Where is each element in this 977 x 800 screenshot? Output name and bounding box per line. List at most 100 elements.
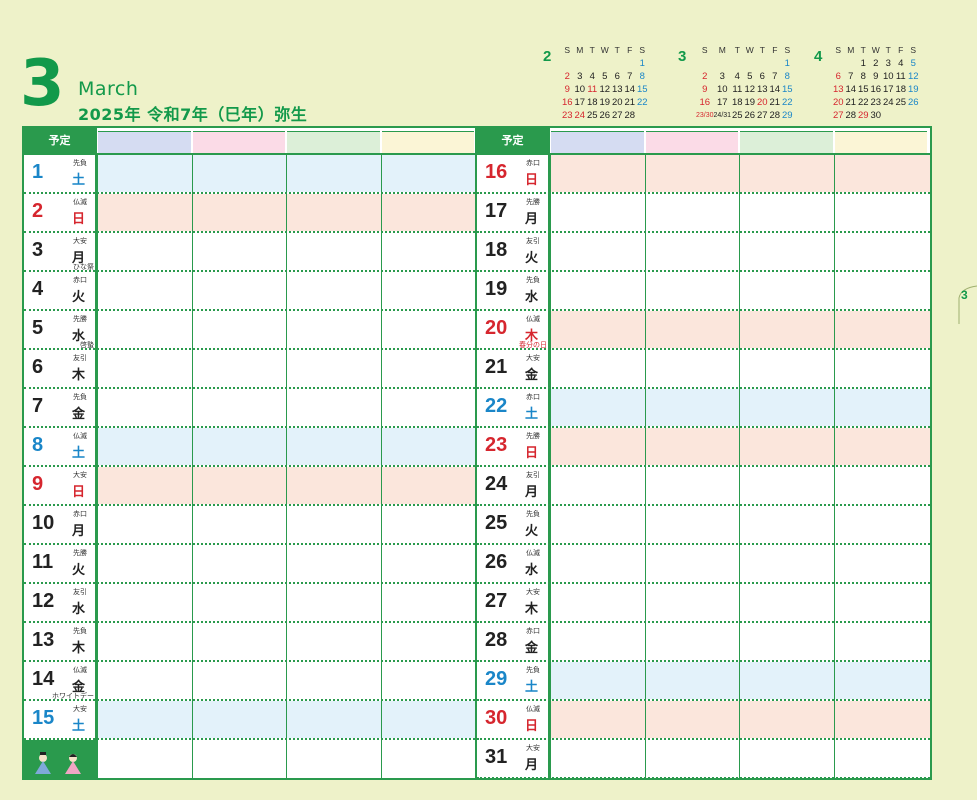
mini-day: 25 bbox=[586, 110, 598, 121]
day-row[interactable]: 23 先勝日 bbox=[477, 428, 930, 467]
day-row[interactable]: 5 先勝水啓蟄 bbox=[24, 311, 475, 350]
holiday-note: 啓蟄 bbox=[80, 341, 94, 349]
day-row[interactable]: 27 大安木 bbox=[477, 584, 930, 623]
day-row[interactable]: 19 先負水 bbox=[477, 272, 930, 311]
day-fill bbox=[550, 233, 930, 270]
day-row[interactable]: 21 大安金 bbox=[477, 350, 930, 389]
mini-day: 24/31 bbox=[713, 112, 732, 119]
column-divider bbox=[644, 155, 646, 778]
schedule-grid-left: 予定 1 先負土 2 仏滅日 3 大安月ひな祭 4 赤口火 5 先勝水啓蟄 6 友引木 7 先負金 8 仏滅土… bbox=[22, 126, 477, 780]
day-row[interactable]: 18 友引火 bbox=[477, 233, 930, 272]
ohina-doll-icon bbox=[65, 754, 81, 774]
day-fill bbox=[550, 350, 930, 387]
day-row[interactable]: 28 赤口金 bbox=[477, 623, 930, 662]
day-row[interactable]: 16 赤口日 bbox=[477, 155, 930, 194]
mini-day: 21 bbox=[624, 97, 636, 108]
mini-month-number: 3 bbox=[678, 48, 687, 65]
mini-day: 14 bbox=[845, 84, 857, 95]
column-divider bbox=[97, 155, 98, 778]
day-row[interactable]: 17 先勝月 bbox=[477, 194, 930, 233]
day-fill bbox=[550, 428, 930, 465]
mini-day: 20 bbox=[832, 97, 844, 108]
mini-day: 18 bbox=[586, 97, 598, 108]
rokuyo-label: 赤口 bbox=[73, 510, 87, 518]
day-row[interactable]: 22 赤口土 bbox=[477, 389, 930, 428]
day-row[interactable]: 26 仏滅水 bbox=[477, 545, 930, 584]
rokuyo-label: 仏滅 bbox=[526, 549, 540, 557]
weekday-label: 火 bbox=[72, 290, 86, 305]
mini-weekday-header: S bbox=[784, 45, 791, 55]
hina-doll-footer bbox=[24, 740, 95, 778]
yotei-label: 予定 bbox=[477, 128, 548, 153]
mini-month-number: 4 bbox=[814, 48, 823, 65]
column-divider bbox=[191, 155, 193, 778]
mini-day: 27 bbox=[832, 110, 844, 121]
mini-weekday-header: S bbox=[564, 45, 571, 55]
mini-day: 21 bbox=[845, 97, 857, 108]
day-number: 28 bbox=[485, 629, 508, 651]
day-row[interactable]: 10 赤口月 bbox=[24, 506, 475, 545]
day-row[interactable]: 8 仏滅土 bbox=[24, 428, 475, 467]
column-divider bbox=[739, 155, 740, 778]
day-row[interactable]: 30 仏滅日 bbox=[477, 701, 930, 740]
mini-day: 7 bbox=[848, 71, 854, 82]
day-row[interactable]: 31 大安月 bbox=[477, 740, 930, 779]
rokuyo-label: 先勝 bbox=[73, 549, 87, 557]
day-row[interactable]: 13 先負木 bbox=[24, 623, 475, 662]
mini-weekday-header: T bbox=[734, 45, 740, 55]
day-row[interactable]: 3 大安月ひな祭 bbox=[24, 233, 475, 272]
day-row[interactable]: 9 大安日 bbox=[24, 467, 475, 506]
mini-day: 22 bbox=[636, 97, 648, 108]
day-row[interactable]: 1 先負土 bbox=[24, 155, 475, 194]
mini-day: 7 bbox=[772, 71, 778, 82]
day-row[interactable]: 24 友引月 bbox=[477, 467, 930, 506]
rokuyo-label: 先負 bbox=[73, 627, 87, 635]
mini-weekday-header: T bbox=[885, 45, 891, 55]
day-number: 30 bbox=[485, 707, 508, 729]
holiday-note: 春分の日 bbox=[519, 341, 547, 349]
weekday-label: 土 bbox=[72, 719, 86, 734]
rokuyo-label: 赤口 bbox=[526, 393, 540, 401]
day-row[interactable]: 11 先勝火 bbox=[24, 545, 475, 584]
mini-day: 19 bbox=[599, 97, 611, 108]
mini-day: 16 bbox=[870, 84, 882, 95]
mini-day: 11 bbox=[587, 84, 598, 95]
mini-day: 11 bbox=[895, 71, 906, 82]
mini-day: 10 bbox=[574, 84, 586, 95]
mini-weekday-header: S bbox=[639, 45, 646, 55]
day-fill bbox=[550, 662, 930, 699]
weekday-label: 水 bbox=[525, 290, 539, 305]
mini-weekday-header: T bbox=[589, 45, 595, 55]
holiday-note: ホワイトデー bbox=[52, 692, 94, 700]
mini-day: 10 bbox=[717, 84, 728, 95]
day-number: 26 bbox=[485, 551, 508, 573]
mini-day: 22 bbox=[857, 97, 869, 108]
mini-day bbox=[624, 57, 637, 70]
mini-day: 8 bbox=[639, 71, 645, 82]
mini-day: 24 bbox=[574, 110, 586, 121]
weekday-label: 水 bbox=[72, 602, 86, 617]
day-row[interactable]: 20 仏滅木春分の日 bbox=[477, 311, 930, 350]
mini-day: 20 bbox=[611, 97, 623, 108]
day-row[interactable]: 4 赤口火 bbox=[24, 272, 475, 311]
day-row[interactable]: 7 先負金 bbox=[24, 389, 475, 428]
day-number: 5 bbox=[32, 317, 44, 339]
day-row[interactable]: 2 仏滅日 bbox=[24, 194, 475, 233]
day-row[interactable]: 25 先負火 bbox=[477, 506, 930, 545]
mini-weekday-header: S bbox=[910, 45, 917, 55]
day-row[interactable]: 6 友引木 bbox=[24, 350, 475, 389]
rokuyo-label: 先負 bbox=[526, 276, 540, 284]
day-fill bbox=[550, 272, 930, 309]
day-fill bbox=[550, 584, 930, 621]
day-fill bbox=[550, 740, 930, 777]
column-header-4 bbox=[381, 131, 474, 153]
day-row[interactable]: 14 仏滅金ホワイトデー bbox=[24, 662, 475, 701]
day-number: 21 bbox=[485, 356, 508, 378]
day-row[interactable]: 29 先負土 bbox=[477, 662, 930, 701]
day-row[interactable]: 15 大安土 bbox=[24, 701, 475, 740]
mini-day bbox=[574, 57, 587, 70]
mini-day: 13 bbox=[832, 84, 844, 95]
day-row[interactable]: 12 友引水 bbox=[24, 584, 475, 623]
day-number: 22 bbox=[485, 395, 508, 417]
mini-day: 4 bbox=[734, 71, 740, 82]
